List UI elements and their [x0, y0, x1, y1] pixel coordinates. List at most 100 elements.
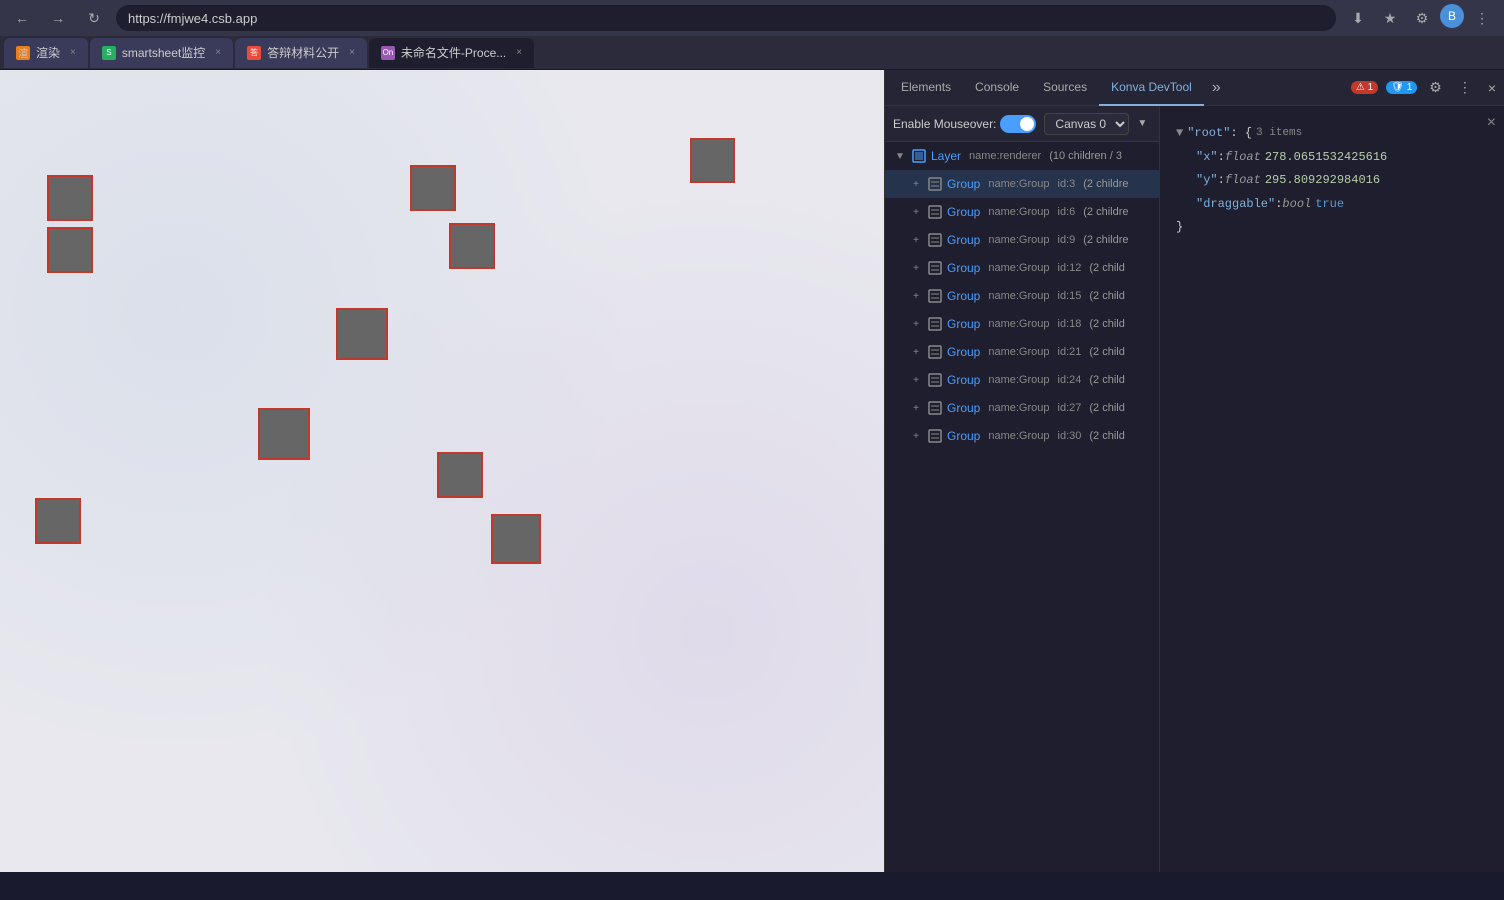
konva-canvas: [0, 70, 884, 872]
extensions-button[interactable]: ⬇: [1344, 4, 1372, 32]
json-close-brace: }: [1176, 217, 1183, 239]
profile-button[interactable]: B: [1440, 4, 1464, 28]
group-3-expand-icon[interactable]: +: [909, 261, 923, 275]
shape-3[interactable]: [449, 223, 495, 269]
group-1-expand-icon[interactable]: +: [909, 205, 923, 219]
group-4-name: Group: [947, 289, 980, 303]
shape-5[interactable]: [336, 308, 388, 360]
group-0-name: Group: [947, 177, 980, 191]
tab-close-render[interactable]: ×: [70, 47, 76, 58]
shape-4[interactable]: [690, 138, 735, 183]
shape-1[interactable]: [47, 227, 93, 273]
back-button[interactable]: ←: [8, 4, 36, 32]
tree-group-3[interactable]: + Group name:Group id:12 (2 child: [885, 254, 1159, 282]
tab-active[interactable]: On 未命名文件-Proce... ×: [369, 38, 534, 68]
tree-panel: Enable Mouseover: Canvas 0 ▼ ▼: [885, 106, 1160, 872]
group-5-expand-icon[interactable]: +: [909, 317, 923, 331]
tab-konva-label: Konva DevTool: [1111, 80, 1192, 94]
shape-6[interactable]: [258, 408, 310, 460]
konva-devtool-panel: Enable Mouseover: Canvas 0 ▼ ▼: [885, 106, 1504, 872]
group-0-node-icon: [927, 176, 943, 192]
browser-toolbar: ← → ↻ https://fmjwe4.csb.app ⬇ ★ ⚙ B ⋮: [0, 0, 1504, 36]
main-area: Elements Console Sources Konva DevTool »…: [0, 70, 1504, 872]
group-5-meta: name:Group: [988, 318, 1049, 330]
tab-elements[interactable]: Elements: [889, 70, 963, 106]
group-3-info: (2 child: [1089, 262, 1124, 274]
group-7-expand-icon[interactable]: +: [909, 373, 923, 387]
settings-button[interactable]: ⚙: [1408, 4, 1436, 32]
tree-group-4[interactable]: + Group name:Group id:15 (2 child: [885, 282, 1159, 310]
more-button[interactable]: ⋮: [1468, 4, 1496, 32]
enable-mouseover-toggle-area[interactable]: Enable Mouseover:: [893, 115, 1036, 133]
tab-konva[interactable]: Konva DevTool: [1099, 70, 1204, 106]
shape-9[interactable]: [35, 498, 81, 544]
root-expand-icon[interactable]: ▼: [1176, 123, 1183, 145]
json-y-type: float: [1225, 170, 1261, 192]
group-7-id: id:24: [1058, 374, 1082, 386]
layer-node-info: (10 children / 3: [1049, 150, 1122, 162]
browser-chrome: ← → ↻ https://fmjwe4.csb.app ⬇ ★ ⚙ B ⋮ 渲…: [0, 0, 1504, 70]
devtools-more-button[interactable]: ⋮: [1454, 75, 1476, 100]
props-close-button[interactable]: ×: [1487, 114, 1496, 132]
tab-console[interactable]: Console: [963, 70, 1031, 106]
devtools-tabs-bar: Elements Console Sources Konva DevTool »…: [885, 70, 1504, 106]
tree-group-5[interactable]: + Group name:Group id:18 (2 child: [885, 310, 1159, 338]
json-x-indent: "x" : float 278.0651532425616 "y" : floa…: [1176, 146, 1488, 217]
more-tabs-button[interactable]: »: [1204, 79, 1229, 97]
group-8-name: Group: [947, 401, 980, 415]
group-0-expand-icon[interactable]: +: [909, 177, 923, 191]
enable-mouseover-label: Enable Mouseover:: [893, 117, 996, 131]
group-7-node-icon: [927, 372, 943, 388]
tab-close-active[interactable]: ×: [516, 47, 522, 58]
tab-sources[interactable]: Sources: [1031, 70, 1099, 106]
canvas-select[interactable]: Canvas 0: [1044, 113, 1129, 135]
tab-close-materials[interactable]: ×: [349, 47, 355, 58]
group-1-meta: name:Group: [988, 206, 1049, 218]
tabs-bar: 渲 渲染 × S smartsheet监控 × 答 答辩材料公开 × On 未命…: [0, 36, 1504, 70]
forward-button[interactable]: →: [44, 4, 72, 32]
shape-0[interactable]: [47, 175, 93, 221]
tab-console-label: Console: [975, 80, 1019, 94]
tab-favicon-smartsheet: S: [102, 46, 116, 60]
group-1-node-icon: [927, 204, 943, 220]
group-4-meta: name:Group: [988, 290, 1049, 302]
tab-materials[interactable]: 答 答辩材料公开 ×: [235, 38, 367, 68]
tree-layer-item[interactable]: ▼ Layer name:renderer (10 children / 3: [885, 142, 1159, 170]
tree-group-8[interactable]: + Group name:Group id:27 (2 child: [885, 394, 1159, 422]
group-5-info: (2 child: [1089, 318, 1124, 330]
canvas-area[interactable]: [0, 70, 884, 872]
tab-render[interactable]: 渲 渲染 ×: [4, 38, 88, 68]
devtools-settings-button[interactable]: ⚙: [1425, 75, 1446, 100]
json-y-colon: :: [1218, 170, 1225, 192]
json-y-value: 295.809292984016: [1265, 170, 1380, 192]
reload-button[interactable]: ↻: [80, 4, 108, 32]
devtools-close-button[interactable]: ×: [1484, 76, 1500, 100]
tree-group-0[interactable]: + Group name:Group id:3 (2 childre: [885, 170, 1159, 198]
address-bar[interactable]: https://fmjwe4.csb.app: [116, 5, 1336, 31]
group-9-expand-icon[interactable]: +: [909, 429, 923, 443]
bookmarks-button[interactable]: ★: [1376, 4, 1404, 32]
tree-group-1[interactable]: + Group name:Group id:6 (2 childre: [885, 198, 1159, 226]
tree-group-9[interactable]: + Group name:Group id:30 (2 child: [885, 422, 1159, 450]
group-2-expand-icon[interactable]: +: [909, 233, 923, 247]
group-3-meta: name:Group: [988, 262, 1049, 274]
layer-expand-icon[interactable]: ▼: [893, 149, 907, 163]
group-6-expand-icon[interactable]: +: [909, 345, 923, 359]
browser-actions: ⬇ ★ ⚙ B ⋮: [1344, 4, 1496, 32]
tab-close-smartsheet[interactable]: ×: [215, 47, 221, 58]
mouseover-toggle-switch[interactable]: [1000, 115, 1036, 133]
tree-group-2[interactable]: + Group name:Group id:9 (2 childre: [885, 226, 1159, 254]
tree-group-6[interactable]: + Group name:Group id:21 (2 child: [885, 338, 1159, 366]
tab-smartsheet[interactable]: S smartsheet监控 ×: [90, 38, 233, 68]
layer-node-name: Layer: [931, 149, 961, 163]
group-2-node-icon: [927, 232, 943, 248]
group-8-id: id:27: [1058, 402, 1082, 414]
shape-8[interactable]: [491, 514, 541, 564]
group-8-expand-icon[interactable]: +: [909, 401, 923, 415]
group-2-id: id:9: [1058, 234, 1076, 246]
tree-group-7[interactable]: + Group name:Group id:24 (2 child: [885, 366, 1159, 394]
shape-2[interactable]: [410, 165, 456, 211]
json-x-key: "x": [1196, 147, 1218, 169]
group-4-expand-icon[interactable]: +: [909, 289, 923, 303]
shape-7[interactable]: [437, 452, 483, 498]
